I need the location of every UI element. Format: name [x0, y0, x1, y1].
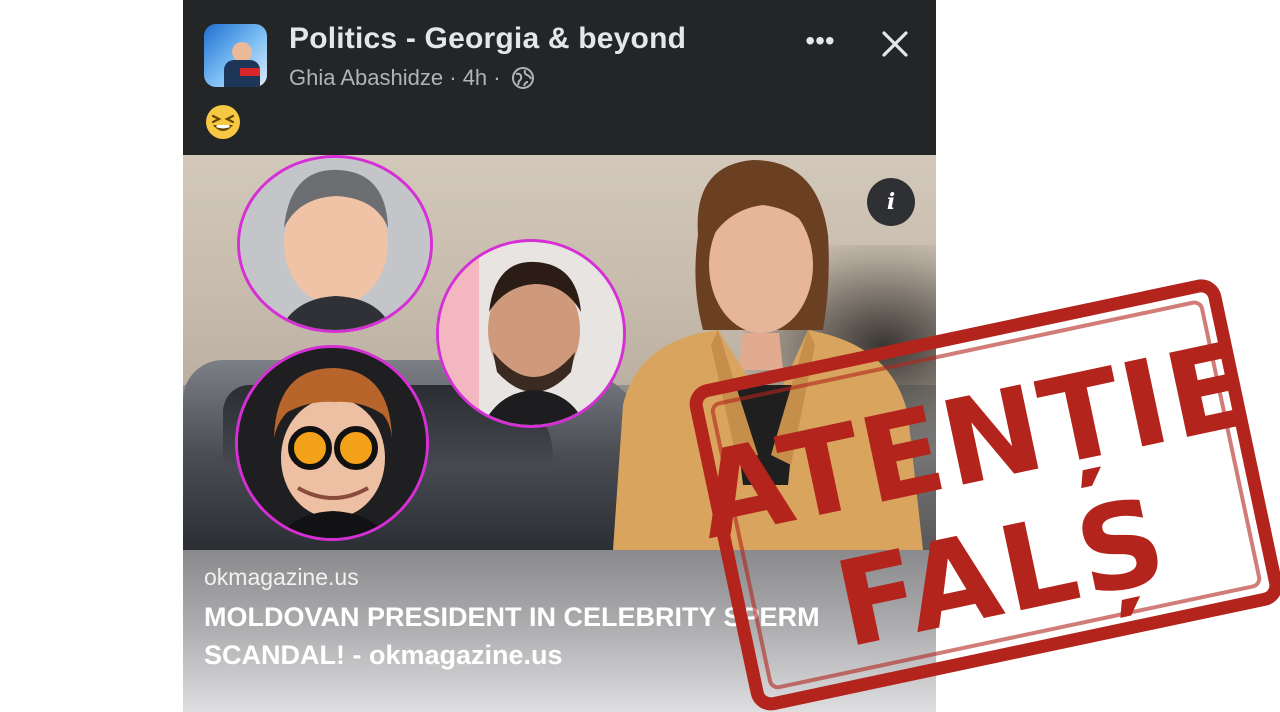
post-image[interactable]: i — [183, 155, 936, 550]
celebrity-photo-3 — [235, 345, 429, 541]
celebrity-photo-1 — [237, 155, 433, 333]
celebrity-photo-2 — [436, 239, 626, 428]
group-name[interactable]: Politics - Georgia & beyond — [289, 22, 686, 56]
group-avatar[interactable] — [204, 24, 267, 87]
meta-separator-2: · — [493, 65, 501, 91]
link-preview[interactable]: okmagazine.us MOLDOVAN PRESIDENT IN CELE… — [183, 550, 936, 712]
post-time[interactable]: 4h — [463, 65, 487, 90]
meta-separator: · — [449, 65, 457, 91]
post-meta: Ghia Abashidze · 4h · — [289, 64, 535, 91]
link-domain: okmagazine.us — [204, 564, 359, 590]
link-headline[interactable]: MOLDOVAN PRESIDENT IN CELEBRITY SPERM SC… — [204, 598, 924, 674]
globe-icon — [511, 67, 534, 90]
close-icon[interactable] — [877, 26, 913, 62]
grinning-squinting-face-emoji — [206, 105, 240, 139]
facebook-post: Politics - Georgia & beyond Ghia Abashid… — [183, 0, 936, 712]
author-name[interactable]: Ghia Abashidze — [289, 65, 443, 90]
post-header: Politics - Georgia & beyond Ghia Abashid… — [183, 0, 936, 155]
info-icon[interactable]: i — [867, 178, 915, 226]
more-options-icon[interactable]: ••• — [802, 26, 838, 62]
